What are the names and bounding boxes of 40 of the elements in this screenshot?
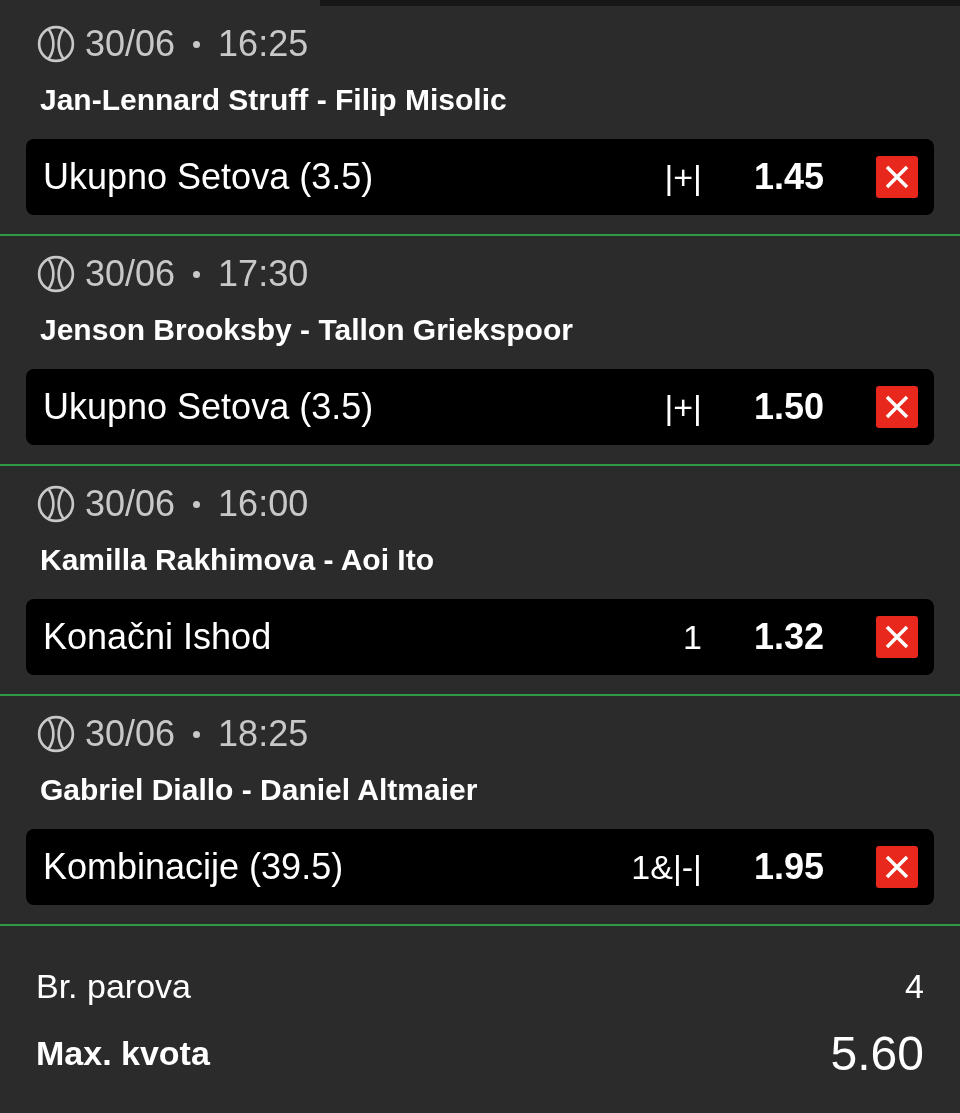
market-name: Kombinacije (39.5) bbox=[43, 846, 345, 888]
tennis-ball-icon bbox=[37, 255, 75, 293]
match-date: 30/06 bbox=[85, 253, 176, 295]
separator-dot bbox=[193, 270, 201, 278]
pairs-count: 4 bbox=[905, 966, 924, 1006]
market-name: Konačni Ishod bbox=[43, 616, 273, 658]
remove-button[interactable] bbox=[876, 156, 918, 198]
max-odds-value: 5.60 bbox=[830, 1025, 924, 1081]
match-name: Jenson Brooksby - Tallon Griekspoor bbox=[40, 312, 574, 348]
match-time: 18:25 bbox=[218, 713, 309, 755]
match-name: Kamilla Rakhimova - Aoi Ito bbox=[40, 542, 435, 578]
separator-dot bbox=[193, 40, 201, 48]
odds-value: 1.50 bbox=[753, 386, 824, 428]
match-name: Jan-Lennard Struff - Filip Misolic bbox=[40, 82, 508, 118]
pick-label: 1 bbox=[683, 617, 702, 657]
match-date: 30/06 bbox=[85, 713, 176, 755]
odds-value: 1.32 bbox=[753, 616, 824, 658]
pairs-label: Br. parova bbox=[36, 966, 191, 1006]
separator-dot bbox=[193, 500, 201, 508]
max-odds-label: Max. kvota bbox=[36, 1033, 210, 1073]
remove-button[interactable] bbox=[876, 386, 918, 428]
separator-dot bbox=[193, 730, 201, 738]
tennis-ball-icon bbox=[37, 25, 75, 63]
pick-label: 1&|-| bbox=[631, 847, 702, 887]
odds-value: 1.95 bbox=[753, 846, 824, 888]
market-name: Ukupno Setova (3.5) bbox=[43, 156, 375, 198]
pick-label: |+| bbox=[664, 387, 702, 427]
pick-label: |+| bbox=[664, 157, 702, 197]
tennis-ball-icon bbox=[37, 485, 75, 523]
market-name: Ukupno Setova (3.5) bbox=[43, 386, 375, 428]
match-time: 16:00 bbox=[218, 483, 309, 525]
odds-value: 1.45 bbox=[753, 156, 824, 198]
match-date: 30/06 bbox=[85, 23, 176, 65]
remove-button[interactable] bbox=[876, 846, 918, 888]
tennis-ball-icon bbox=[37, 715, 75, 753]
remove-button[interactable] bbox=[876, 616, 918, 658]
match-time: 16:25 bbox=[218, 23, 309, 65]
match-name: Gabriel Diallo - Daniel Altmaier bbox=[40, 772, 479, 808]
match-time: 17:30 bbox=[218, 253, 309, 295]
match-date: 30/06 bbox=[85, 483, 176, 525]
